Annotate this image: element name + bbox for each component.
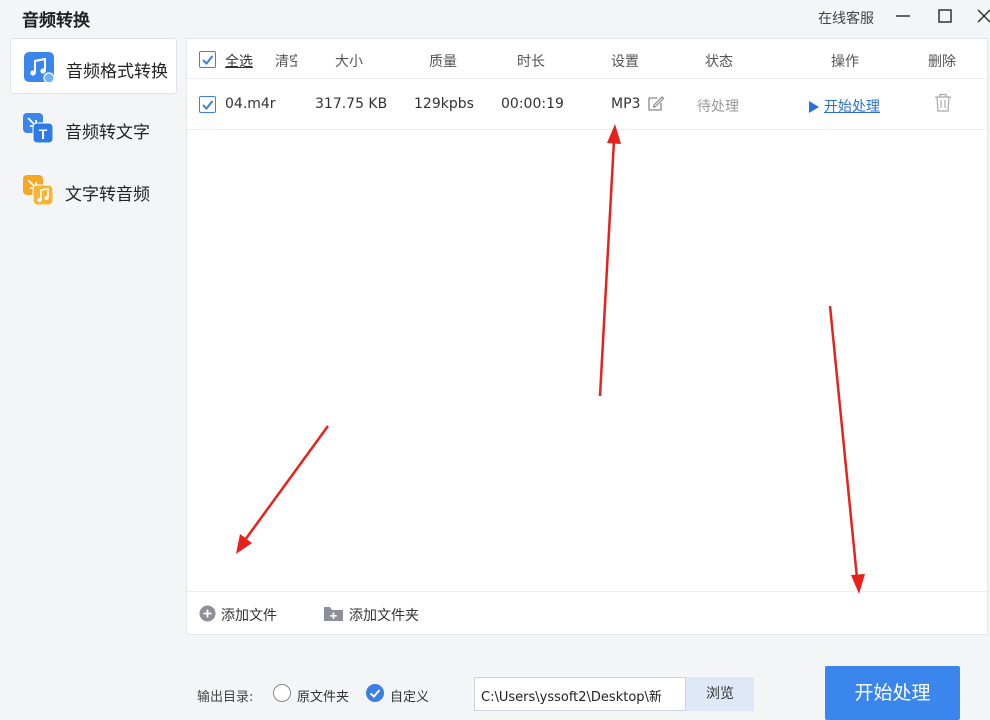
edit-settings-icon[interactable] [647, 94, 665, 116]
file-quality: 129kpbs [414, 96, 474, 112]
title-bar: 音频转换 在线客服 [0, 0, 990, 34]
table-header: 全选 清空 大小 质量 时长 设置 状态 操作 删除 [187, 39, 987, 79]
check-icon [369, 689, 381, 698]
column-delete: 删除 [928, 54, 956, 70]
minimize-button[interactable] [892, 5, 914, 27]
svg-text:T: T [39, 126, 48, 142]
panel-footer: 添加文件 添加文件夹 [187, 591, 987, 635]
table-row: 04.m4r 317.75 KB 129kpbs 00:00:19 MP3 待处… [187, 80, 987, 130]
sidebar-item-label: 音频格式转换 [66, 62, 168, 82]
column-size: 大小 [335, 54, 363, 70]
online-support-link[interactable]: 在线客服 [818, 8, 874, 28]
file-name: 04.m4r [225, 96, 276, 112]
start-row-button[interactable]: 开始处理 [824, 96, 880, 116]
sidebar-item-audio-to-text[interactable]: T 音频转文字 [10, 100, 177, 156]
sidebar-item-text-to-audio[interactable]: 文字转音频 [10, 162, 177, 218]
file-duration: 00:00:19 [501, 96, 564, 112]
add-folder-button[interactable]: 添加文件夹 [324, 605, 444, 626]
output-path-field[interactable]: C:\Users\yssoft2\Desktop\新 [474, 677, 686, 711]
add-folder-label: 添加文件夹 [349, 608, 419, 624]
sidebar-item-label: 音频转文字 [65, 123, 150, 143]
trash-icon[interactable] [934, 93, 952, 117]
column-quality: 质量 [429, 54, 457, 70]
column-settings: 设置 [611, 54, 639, 70]
music-note-icon [24, 52, 55, 84]
add-file-label: 添加文件 [221, 608, 277, 624]
status-badge: 待处理 [697, 99, 739, 115]
row-checkbox[interactable] [199, 96, 216, 113]
sidebar-item-audio-format-convert[interactable]: 音频格式转换 [10, 38, 177, 94]
output-directory-label: 输出目录: [197, 690, 254, 705]
column-action: 操作 [831, 54, 859, 70]
folder-plus-icon [324, 605, 343, 626]
maximize-button[interactable] [934, 5, 956, 27]
select-all-label[interactable]: 全选 [225, 51, 253, 71]
sidebar: 音频格式转换 T 音频转文字 文字转音频 [0, 36, 182, 636]
plus-circle-icon [199, 605, 216, 626]
select-all-checkbox[interactable] [199, 51, 216, 68]
text-to-audio-icon [23, 175, 54, 206]
app-title: 音频转换 [22, 11, 90, 31]
browse-button[interactable]: 浏览 [686, 677, 754, 711]
add-file-button[interactable]: 添加文件 [199, 605, 299, 626]
radio-original-folder[interactable] [273, 684, 291, 702]
play-icon[interactable] [809, 98, 819, 117]
radio-custom-folder[interactable] [366, 684, 384, 702]
output-path-text: C:\Users\yssoft2\Desktop\新 [481, 690, 662, 705]
column-status: 状态 [705, 54, 733, 70]
file-list-panel: 全选 清空 大小 质量 时长 设置 状态 操作 删除 04.m4r 317.75… [186, 38, 988, 635]
sidebar-item-label: 文字转音频 [65, 185, 150, 205]
radio-custom-folder-label[interactable]: 自定义 [390, 686, 429, 705]
column-duration: 时长 [517, 54, 545, 70]
audio-to-text-icon: T [23, 113, 54, 144]
file-list-empty-area [187, 131, 987, 591]
start-processing-button[interactable]: 开始处理 [825, 666, 960, 720]
radio-original-folder-label[interactable]: 原文件夹 [297, 686, 349, 705]
clear-list-button[interactable]: 清空 [275, 51, 297, 71]
output-format[interactable]: MP3 [611, 96, 640, 112]
close-button[interactable] [974, 5, 990, 27]
file-size: 317.75 KB [315, 96, 388, 112]
